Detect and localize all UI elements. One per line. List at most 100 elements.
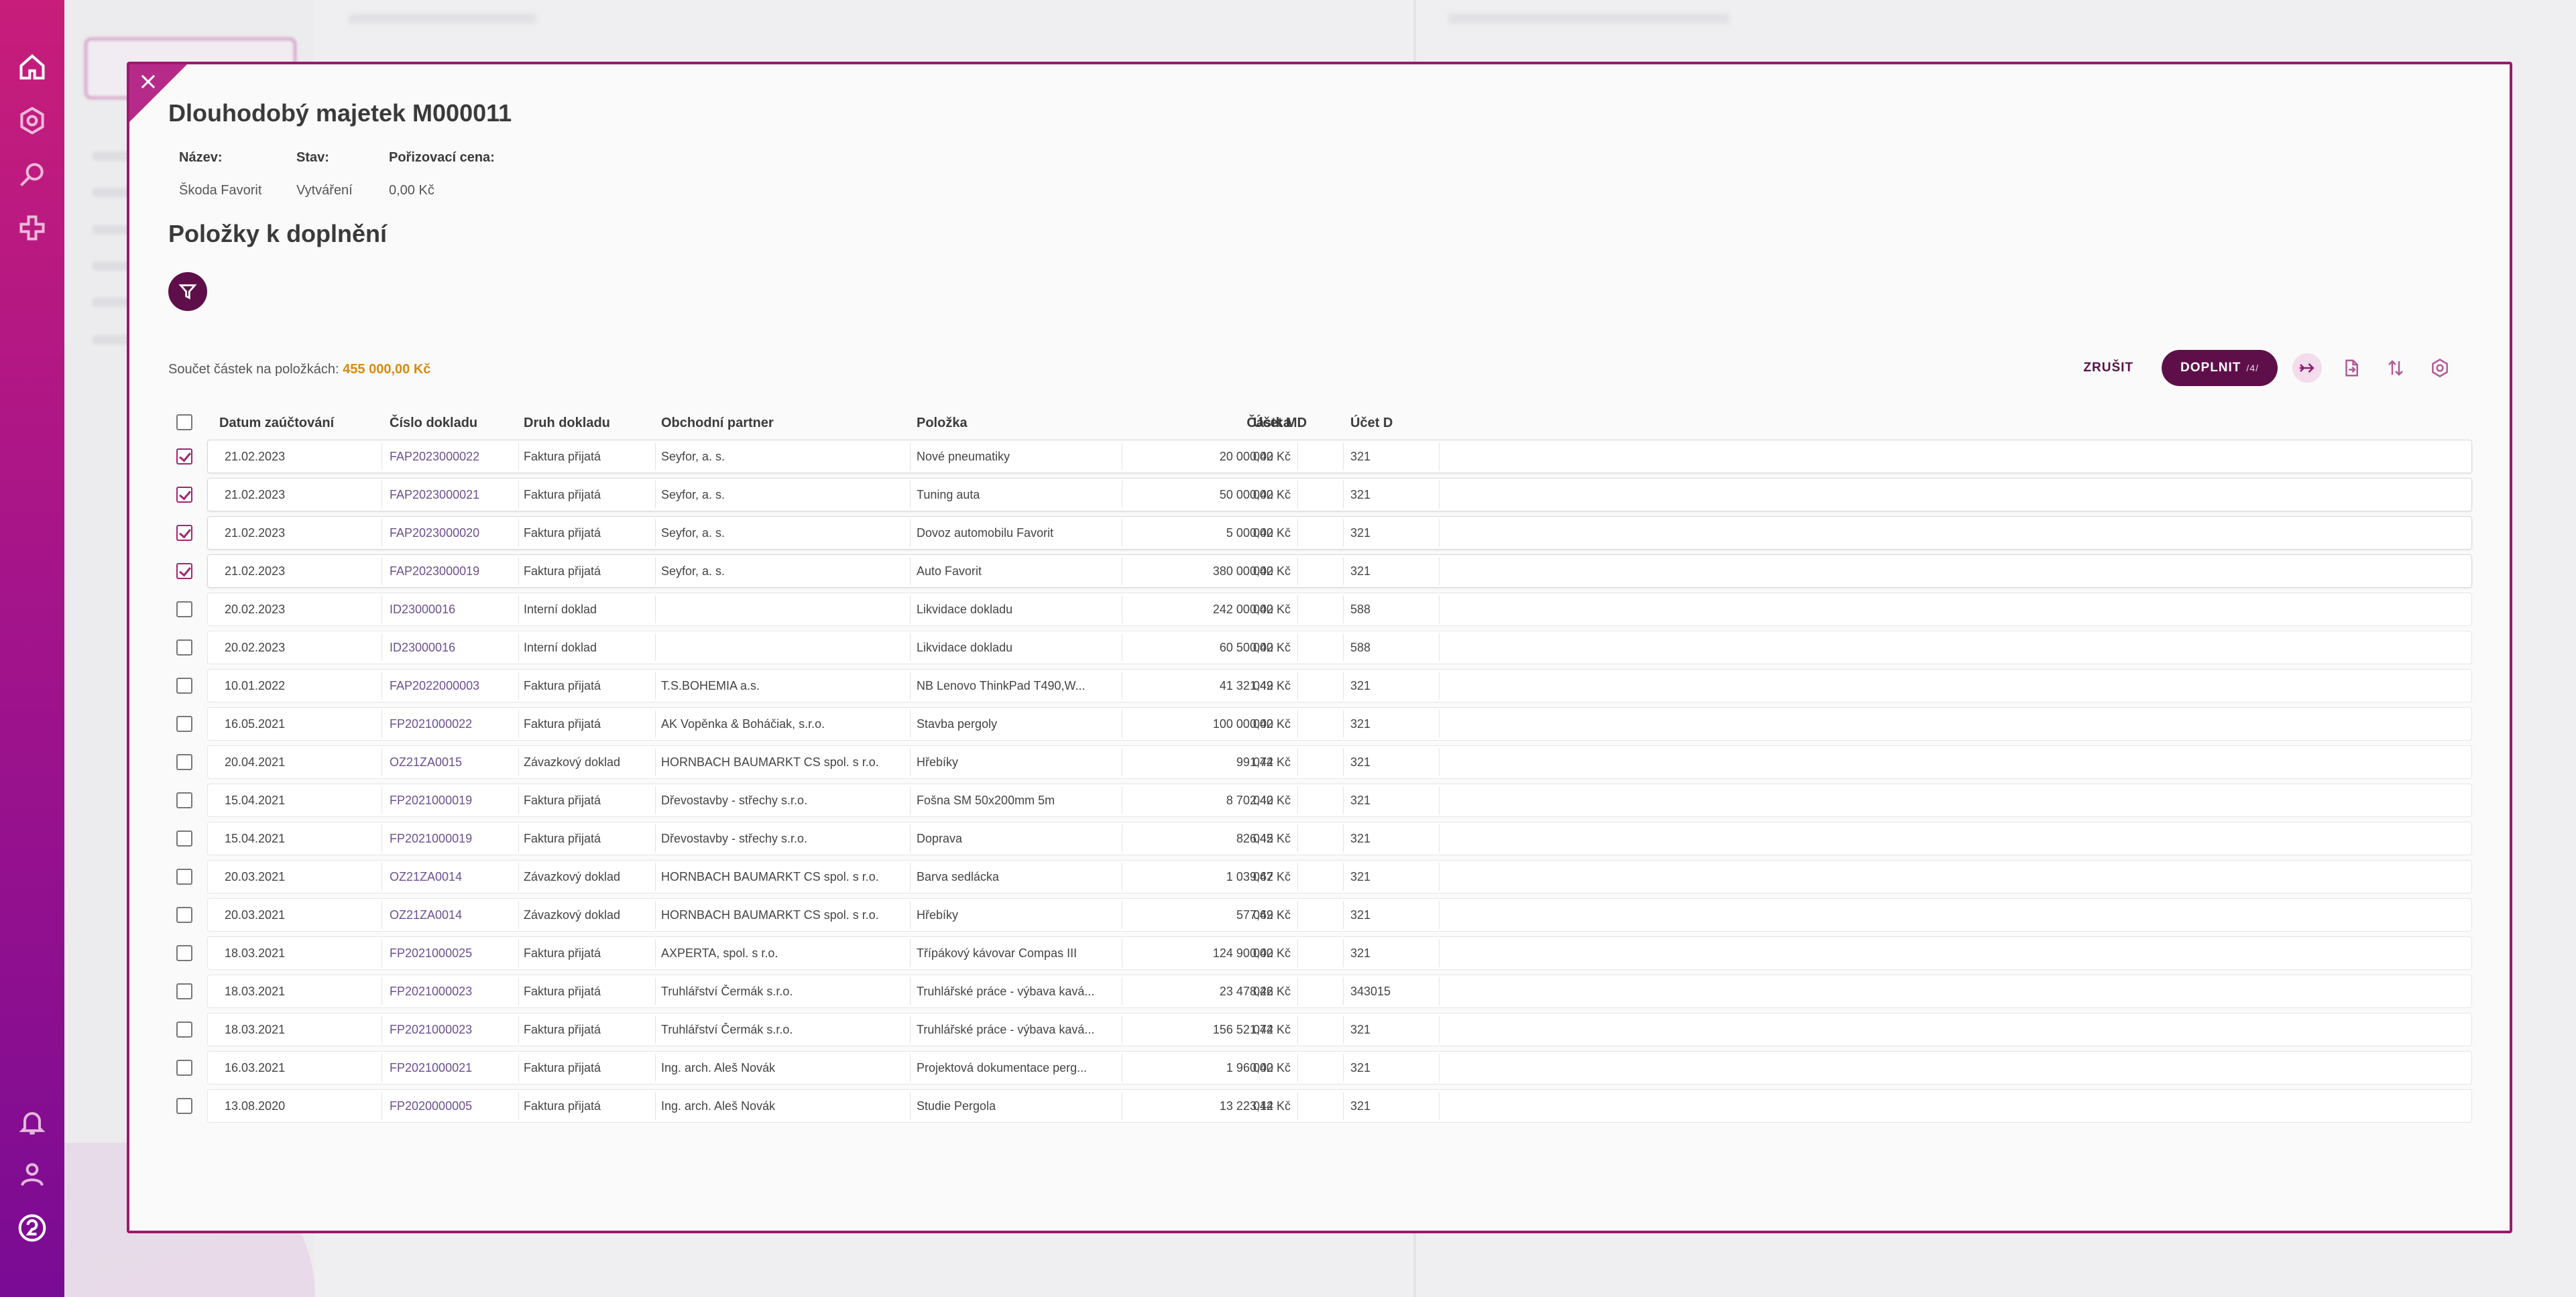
table-row[interactable]: 16.05.2021 FP2021000022 Faktura přijatá AK …	[168, 707, 2472, 741]
table-row[interactable]: 20.02.2023 ID23000016 Interní doklad Likvid…	[168, 631, 2472, 664]
cell-account-d: 321	[1350, 908, 1371, 922]
row-checkbox[interactable]	[176, 525, 192, 541]
cell-doc-number[interactable]: FP2021000023	[390, 985, 517, 999]
bell-icon[interactable]	[16, 1106, 48, 1138]
cancel-button[interactable]: ZRUŠIT	[2070, 361, 2147, 375]
table-row[interactable]: 15.04.2021 FP2021000019 Faktura přijatá Dře…	[168, 784, 2472, 817]
row-checkbox[interactable]	[176, 907, 192, 923]
row-checkbox[interactable]	[176, 639, 192, 656]
cell-partner: Dřevostavby - střechy s.r.o.	[661, 832, 808, 845]
col-partner[interactable]: Obchodní partner	[661, 416, 774, 431]
row-checkbox[interactable]	[176, 716, 192, 732]
table-row[interactable]: 21.02.2023 FAP2023000019 Faktura přijatá Se…	[168, 554, 2472, 588]
col-doc-number[interactable]: Číslo dokladu	[390, 416, 477, 431]
col-account-md[interactable]: Účet MD	[1253, 416, 1307, 431]
cell-item: Truhlářské práce - výbava kavá...	[917, 985, 1095, 998]
column-divider	[1343, 901, 1344, 929]
column-divider	[910, 595, 911, 623]
row-checkbox[interactable]	[176, 563, 192, 579]
home-icon[interactable]	[16, 51, 48, 83]
table-row[interactable]: 10.01.2022 FAP2022000003 Faktura přijatá T.…	[168, 669, 2472, 702]
cell-account-md: 042	[1253, 603, 1274, 616]
cell-doc-number[interactable]: FAP2022000003	[390, 679, 517, 693]
column-divider	[518, 1054, 519, 1082]
cell-doc-number[interactable]: FP2021000023	[390, 1023, 517, 1037]
filter-button[interactable]	[168, 272, 207, 311]
cell-account-md: 042	[1253, 641, 1274, 654]
cell-doc-number[interactable]: OZ21ZA0014	[390, 908, 517, 922]
cell-doc-number[interactable]: FAP2023000019	[390, 564, 517, 578]
col-account-d[interactable]: Účet D	[1350, 416, 1393, 431]
row-checkbox[interactable]	[176, 830, 192, 847]
cell-doc-type: Faktura přijatá	[524, 450, 601, 463]
row-checkbox[interactable]	[176, 487, 192, 503]
table-row[interactable]: 21.02.2023 FAP2023000021 Faktura přijatá Se…	[168, 478, 2472, 511]
cell-doc-number[interactable]: FAP2023000021	[390, 488, 517, 502]
plus-icon[interactable]	[16, 212, 48, 244]
cell-account-md: 042	[1253, 1023, 1274, 1036]
table-row[interactable]: 20.03.2021 OZ21ZA0014 Závazkový doklad HORN…	[168, 898, 2472, 932]
table-row[interactable]: 20.02.2023 ID23000016 Interní doklad Likvid…	[168, 593, 2472, 626]
sort-icon[interactable]	[2381, 353, 2410, 383]
col-date[interactable]: Datum zaúčtování	[219, 416, 334, 431]
cell-doc-number[interactable]: FAP2023000020	[390, 526, 517, 540]
fill-in-button[interactable]: DOPLNIT /4/	[2162, 350, 2278, 386]
cell-doc-number[interactable]: FAP2023000022	[390, 450, 517, 464]
table-row[interactable]: 18.03.2021 FP2021000025 Faktura přijatá AXP…	[168, 936, 2472, 970]
meta-name: Název: Škoda Favorit	[179, 150, 261, 198]
table-row[interactable]: 15.04.2021 FP2021000019 Faktura přijatá Dře…	[168, 822, 2472, 855]
row-checkbox[interactable]	[176, 792, 192, 808]
select-all-checkbox[interactable]	[176, 414, 192, 430]
settings-icon[interactable]	[2425, 353, 2455, 383]
row-checkbox[interactable]	[176, 448, 192, 465]
cell-doc-number[interactable]: FP2021000019	[390, 832, 517, 846]
cell-account-d: 343015	[1350, 985, 1391, 998]
document-icon[interactable]	[2337, 353, 2366, 383]
cell-account-md: 042	[1253, 908, 1274, 922]
sum-line: Součet částek na položkách: 455 000,00 K…	[168, 362, 430, 377]
cell-doc-number[interactable]: FP2021000025	[390, 946, 517, 961]
row-checkbox[interactable]	[176, 678, 192, 694]
cell-doc-number[interactable]: ID23000016	[390, 641, 517, 655]
col-item[interactable]: Položka	[917, 416, 968, 431]
link-arrow-icon[interactable]	[2292, 353, 2322, 383]
cell-doc-number[interactable]: OZ21ZA0014	[390, 870, 517, 884]
cell-doc-type: Faktura přijatá	[524, 1061, 601, 1074]
table-row[interactable]: 18.03.2021 FP2021000023 Faktura přijatá Tru…	[168, 1013, 2472, 1046]
table-row[interactable]: 20.03.2021 OZ21ZA0014 Závazkový doklad HORN…	[168, 860, 2472, 893]
column-divider	[910, 672, 911, 700]
cell-doc-number[interactable]: FP2020000005	[390, 1099, 517, 1113]
row-checkbox[interactable]	[176, 1098, 192, 1114]
cell-date: 20.02.2023	[225, 603, 286, 616]
cell-doc-number[interactable]: FP2021000019	[390, 794, 517, 808]
meta-name-label: Název:	[179, 150, 223, 165]
column-divider	[1343, 939, 1344, 967]
close-icon[interactable]: ×	[135, 68, 162, 95]
cell-doc-number[interactable]: FP2021000022	[390, 717, 517, 731]
cell-doc-type: Interní doklad	[524, 603, 597, 616]
cell-doc-number[interactable]: ID23000016	[390, 603, 517, 617]
cell-doc-number[interactable]: OZ21ZA0015	[390, 755, 517, 769]
table-row[interactable]: 21.02.2023 FAP2023000022 Faktura přijatá Se…	[168, 440, 2472, 473]
column-divider	[655, 481, 656, 509]
col-doc-type[interactable]: Druh dokladu	[524, 416, 610, 431]
column-divider	[910, 786, 911, 814]
search-icon[interactable]	[16, 158, 48, 190]
row-checkbox[interactable]	[176, 1060, 192, 1076]
row-checkbox[interactable]	[176, 945, 192, 961]
row-checkbox[interactable]	[176, 869, 192, 885]
settings-icon[interactable]	[16, 105, 48, 137]
row-checkbox[interactable]	[176, 1022, 192, 1038]
cell-doc-number[interactable]: FP2021000021	[390, 1061, 517, 1075]
row-checkbox[interactable]	[176, 601, 192, 617]
table-row[interactable]: 13.08.2020 FP2020000005 Faktura přijatá Ing…	[168, 1089, 2472, 1123]
column-divider	[518, 786, 519, 814]
table-row[interactable]: 20.04.2021 OZ21ZA0015 Závazkový doklad HORN…	[168, 745, 2472, 779]
help-icon[interactable]	[16, 1212, 48, 1244]
user-icon[interactable]	[16, 1158, 48, 1190]
table-row[interactable]: 18.03.2021 FP2021000023 Faktura přijatá Tru…	[168, 975, 2472, 1008]
row-checkbox[interactable]	[176, 754, 192, 770]
row-checkbox[interactable]	[176, 983, 192, 999]
table-row[interactable]: 21.02.2023 FAP2023000020 Faktura přijatá Se…	[168, 516, 2472, 550]
table-row[interactable]: 16.03.2021 FP2021000021 Faktura přijatá Ing…	[168, 1051, 2472, 1085]
